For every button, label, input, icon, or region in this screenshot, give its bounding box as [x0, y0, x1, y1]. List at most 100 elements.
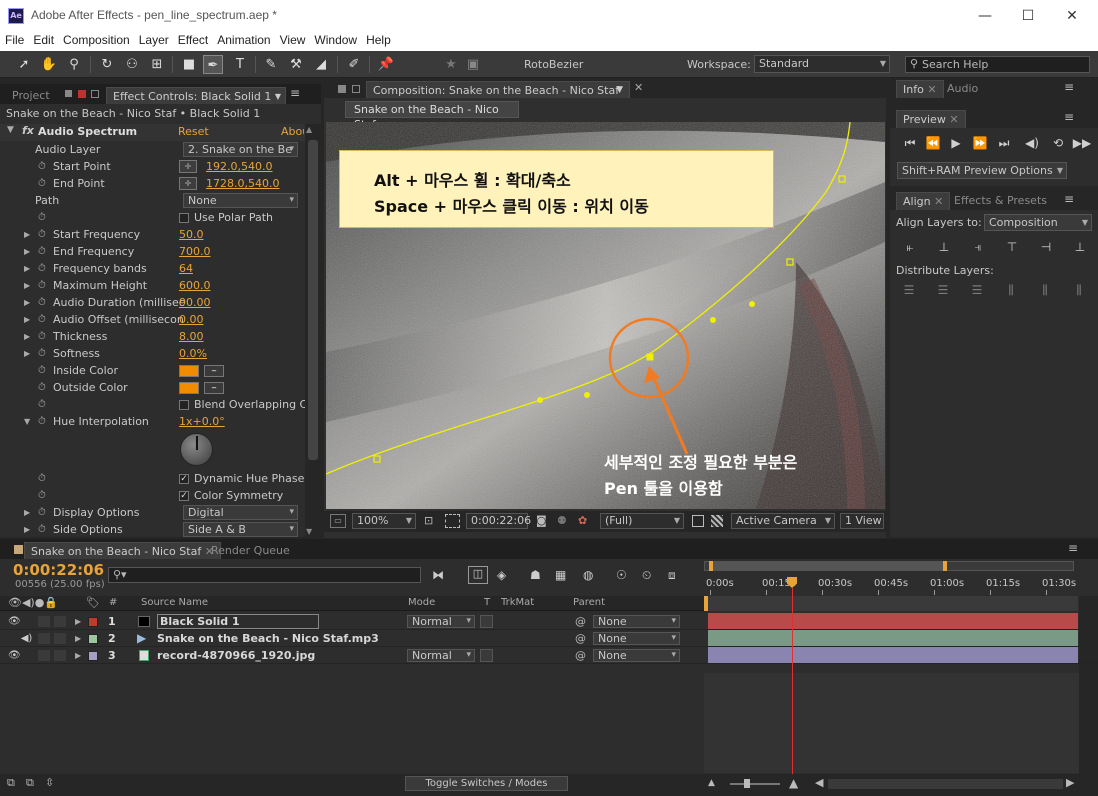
clone-stamp-tool-icon[interactable]: ⚒ [286, 55, 306, 74]
stopwatch-icon[interactable]: ⏱ [38, 328, 46, 345]
expand-triangle-icon[interactable]: ▶ [24, 328, 30, 345]
tab-effect-controls[interactable]: Effect Controls: Black Solid 1 ▼ [106, 87, 286, 104]
eyedropper-icon[interactable]: ━ [204, 365, 224, 377]
about-link[interactable]: Abou [281, 125, 304, 138]
zoom-tool-icon[interactable]: ⚲ [64, 55, 84, 74]
tab-align[interactable]: Align ✕ [896, 192, 951, 210]
distribute-vcenter-icon[interactable]: ☰ [933, 283, 953, 299]
expand-triangle-icon[interactable]: ▶ [24, 260, 30, 277]
type-tool-icon[interactable]: T [230, 55, 250, 74]
property-value[interactable]: 0.0% [179, 345, 207, 362]
tab-info[interactable]: Info ✕ [896, 80, 944, 98]
layer-duration-bar[interactable] [708, 630, 1078, 646]
stopwatch-icon[interactable]: ⏱ [38, 260, 46, 277]
expand-triangle-icon[interactable]: ▶ [24, 277, 30, 294]
zoom-in-icon[interactable]: ▲ [789, 776, 798, 790]
menu-window[interactable]: Window [309, 31, 361, 47]
minimize-icon[interactable]: — [975, 6, 995, 26]
expand-triangle-icon[interactable]: ▶ [24, 311, 30, 328]
hand-tool-icon[interactable]: ✋ [39, 55, 59, 74]
transparency-icon[interactable] [711, 515, 723, 527]
panel-menu-icon[interactable]: ≡ [1064, 80, 1074, 94]
eyedropper-icon[interactable]: ━ [204, 382, 224, 394]
workspace-dropdown[interactable]: Standard ▼ [754, 55, 890, 73]
expand-triangle-icon[interactable]: ▶ [24, 521, 30, 537]
selection-tool-icon[interactable]: ➚ [14, 55, 34, 74]
property-value[interactable]: 700.0 [179, 243, 211, 260]
align-right-icon[interactable]: ⫣ [967, 240, 989, 256]
eye-icon[interactable]: 👁 [8, 647, 21, 664]
show-snapshot-icon[interactable]: ⚉ [557, 514, 567, 527]
property-value[interactable]: 50.0 [179, 226, 204, 243]
layer-row[interactable]: ◀) ▶ 2 ▶ Snake on the Beach - Nico Staf.mp3 @… [0, 630, 1098, 647]
property-checkbox[interactable]: ✓ [179, 491, 189, 501]
pick-whip-icon[interactable]: @ [575, 613, 586, 630]
scroll-right-icon[interactable]: ▶ [1066, 776, 1074, 789]
stopwatch-icon[interactable]: ⏱ [38, 470, 46, 487]
draft-3d-icon[interactable]: ◈ [497, 568, 506, 582]
col-t[interactable]: T [484, 597, 490, 608]
puppet-pin-tool-icon[interactable]: 📌 [376, 55, 396, 74]
rectangle-tool-icon[interactable]: ■ [179, 55, 199, 74]
pick-whip-icon[interactable]: @ [575, 630, 586, 647]
stopwatch-icon[interactable]: ⏱ [38, 226, 46, 243]
menu-effect[interactable]: Effect [173, 31, 212, 47]
time-ruler[interactable]: 0:00s 00:15s 00:30s 00:45s 01:00s 01:15s 01:30… [704, 573, 1079, 595]
close-tab-icon[interactable]: ✕ [634, 81, 643, 94]
motion-blur-icon[interactable]: ◍ [583, 568, 593, 582]
local-axis-icon[interactable]: ▣ [463, 55, 483, 74]
property-value[interactable]: 1x+0.0° [179, 413, 225, 430]
align-vertical-center-icon[interactable]: ⊣ [1035, 240, 1057, 256]
expand-triangle-icon[interactable]: ▶ [75, 647, 81, 664]
preview-options-dropdown[interactable]: Shift+RAM Preview Options ▼ [897, 162, 1067, 179]
rotation-tool-icon[interactable]: ↻ [97, 55, 117, 74]
expand-triangle-icon[interactable]: ▶ [24, 226, 30, 243]
property-value[interactable]: 64 [179, 260, 193, 277]
align-horizontal-center-icon[interactable]: ⊥ [933, 240, 955, 256]
switches-toggle-icon[interactable]: ⧉ [7, 776, 15, 790]
scrollbar-thumb[interactable] [308, 140, 318, 460]
layer-duration-bar[interactable] [708, 613, 1078, 629]
color-swatch[interactable] [179, 382, 199, 394]
preserve-transparency-toggle[interactable] [480, 615, 493, 628]
stopwatch-icon[interactable]: ⏱ [38, 294, 46, 311]
snapshot-icon[interactable]: ◙ [536, 514, 547, 527]
panel-menu-icon[interactable]: ≡ [290, 86, 300, 100]
col-source-name[interactable]: Source Name [141, 597, 208, 608]
next-frame-icon[interactable]: ⏩ [970, 136, 990, 152]
comp-mini-flowchart-icon[interactable]: ⧓ [432, 568, 444, 582]
property-value[interactable]: 192.0,540.0 [206, 158, 272, 175]
resolution-dropdown[interactable]: (Full) ▼ [600, 513, 684, 529]
audio-icon[interactable]: ◀) [8, 630, 33, 647]
blend-mode-dropdown[interactable]: Normal [407, 649, 475, 662]
expand-triangle-icon[interactable]: ▶ [75, 630, 81, 647]
property-checkbox[interactable] [179, 400, 189, 410]
col-parent[interactable]: Parent [573, 597, 605, 608]
layer-duration-bar[interactable] [708, 647, 1078, 663]
in-out-toggle-icon[interactable]: ⇳ [45, 776, 54, 789]
distribute-bottom-icon[interactable]: ☰ [967, 283, 987, 299]
search-help-box[interactable]: ⚲ Search Help [905, 56, 1090, 73]
property-checkbox[interactable] [179, 213, 189, 223]
layer-row[interactable]: 👁 ▶ 1 Black Solid 1 Normal @ None [0, 613, 1098, 630]
layer-name[interactable]: record-4870966_1920.jpg [157, 647, 315, 664]
stopwatch-icon[interactable]: ⏱ [38, 521, 46, 537]
scroll-left-icon[interactable]: ◀ [815, 776, 823, 789]
panel-menu-icon[interactable]: ≡ [1064, 110, 1074, 124]
property-value[interactable]: 1728.0,540.0 [206, 175, 279, 192]
property-value[interactable]: 8.00 [179, 328, 204, 345]
tab-composition[interactable]: Composition: Snake on the Beach - Nico S… [366, 81, 630, 98]
roto-brush-tool-icon[interactable]: ✐ [344, 55, 364, 74]
layer-name[interactable]: Black Solid 1 [157, 614, 319, 629]
graph-editor-icon[interactable]: ⧈ [668, 568, 676, 583]
expand-triangle-icon[interactable]: ▶ [24, 345, 30, 362]
expand-triangle-icon[interactable]: ▶ [24, 243, 30, 260]
always-preview-icon[interactable]: ▭ [330, 514, 346, 528]
hide-shy-icon[interactable]: ☗ [530, 568, 541, 582]
menu-layer[interactable]: Layer [134, 31, 173, 47]
distribute-top-icon[interactable]: ☰ [899, 283, 919, 299]
parent-dropdown[interactable]: None [593, 615, 680, 628]
channel-icon[interactable]: ✿ [578, 514, 587, 527]
tab-project[interactable]: Project [6, 87, 56, 104]
region-of-interest-icon[interactable] [692, 515, 704, 527]
